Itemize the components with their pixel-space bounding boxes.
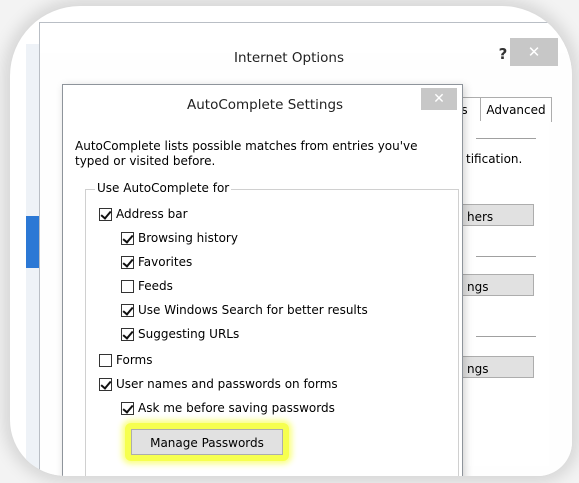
- checkbox-windows-search[interactable]: Use Windows Search for better results: [121, 303, 368, 317]
- manage-passwords-button[interactable]: Manage Passwords: [131, 429, 283, 455]
- autocomplete-close-button[interactable]: ✕: [421, 88, 457, 110]
- checkbox-label: User names and passwords on forms: [116, 377, 338, 391]
- checkbox-label: Address bar: [116, 207, 188, 221]
- checkbox-box[interactable]: [121, 255, 134, 269]
- close-icon: ✕: [433, 91, 445, 107]
- checkbox-suggesting-urls[interactable]: Suggesting URLs: [121, 327, 239, 341]
- internet-options-title: Internet Options: [234, 50, 344, 66]
- checkbox-box[interactable]: [121, 303, 134, 317]
- internet-options-close-button[interactable]: ✕: [510, 38, 558, 66]
- checkbox-feeds[interactable]: Feeds: [121, 279, 173, 293]
- checkbox-label: Suggesting URLs: [138, 327, 240, 341]
- divider: [476, 138, 536, 139]
- close-icon: ✕: [527, 43, 541, 61]
- checkbox-box[interactable]: [99, 353, 112, 367]
- divider: [476, 256, 536, 257]
- tab-advanced[interactable]: Advanced: [480, 97, 552, 122]
- autocomplete-description: AutoComplete lists possible matches from…: [75, 139, 418, 168]
- checkbox-address-bar[interactable]: Address bar: [99, 207, 188, 221]
- checkbox-box[interactable]: [121, 231, 134, 245]
- checkbox-label: Favorites: [138, 255, 193, 269]
- checkbox-favorites[interactable]: Favorites: [121, 255, 192, 269]
- checkbox-box[interactable]: [121, 279, 134, 293]
- autocomplete-title: AutoComplete Settings: [187, 97, 344, 113]
- group-label: Use AutoComplete for: [95, 181, 232, 195]
- checkbox-forms[interactable]: Forms: [99, 353, 152, 367]
- checkbox-user-names-passwords[interactable]: User names and passwords on forms: [99, 377, 338, 391]
- checkbox-ask-before-saving[interactable]: Ask me before saving passwords: [121, 401, 335, 415]
- screenshot-frame: Internet Options ? ✕ s Advanced tificati…: [10, 6, 572, 476]
- checkbox-box[interactable]: [99, 377, 112, 391]
- checkbox-box[interactable]: [121, 401, 134, 415]
- checkbox-box[interactable]: [121, 327, 134, 341]
- divider: [476, 336, 536, 337]
- partial-text: tification.: [466, 152, 523, 166]
- checkbox-label: Ask me before saving passwords: [138, 401, 335, 415]
- checkbox-box[interactable]: [99, 207, 112, 221]
- checkbox-label: Browsing history: [138, 231, 238, 245]
- checkbox-label: Feeds: [138, 279, 173, 293]
- autocomplete-settings-dialog: AutoComplete Settings ✕ AutoComplete lis…: [62, 84, 463, 476]
- checkbox-label: Use Windows Search for better results: [138, 303, 368, 317]
- checkbox-browsing-history[interactable]: Browsing history: [121, 231, 238, 245]
- checkbox-label: Forms: [116, 353, 153, 367]
